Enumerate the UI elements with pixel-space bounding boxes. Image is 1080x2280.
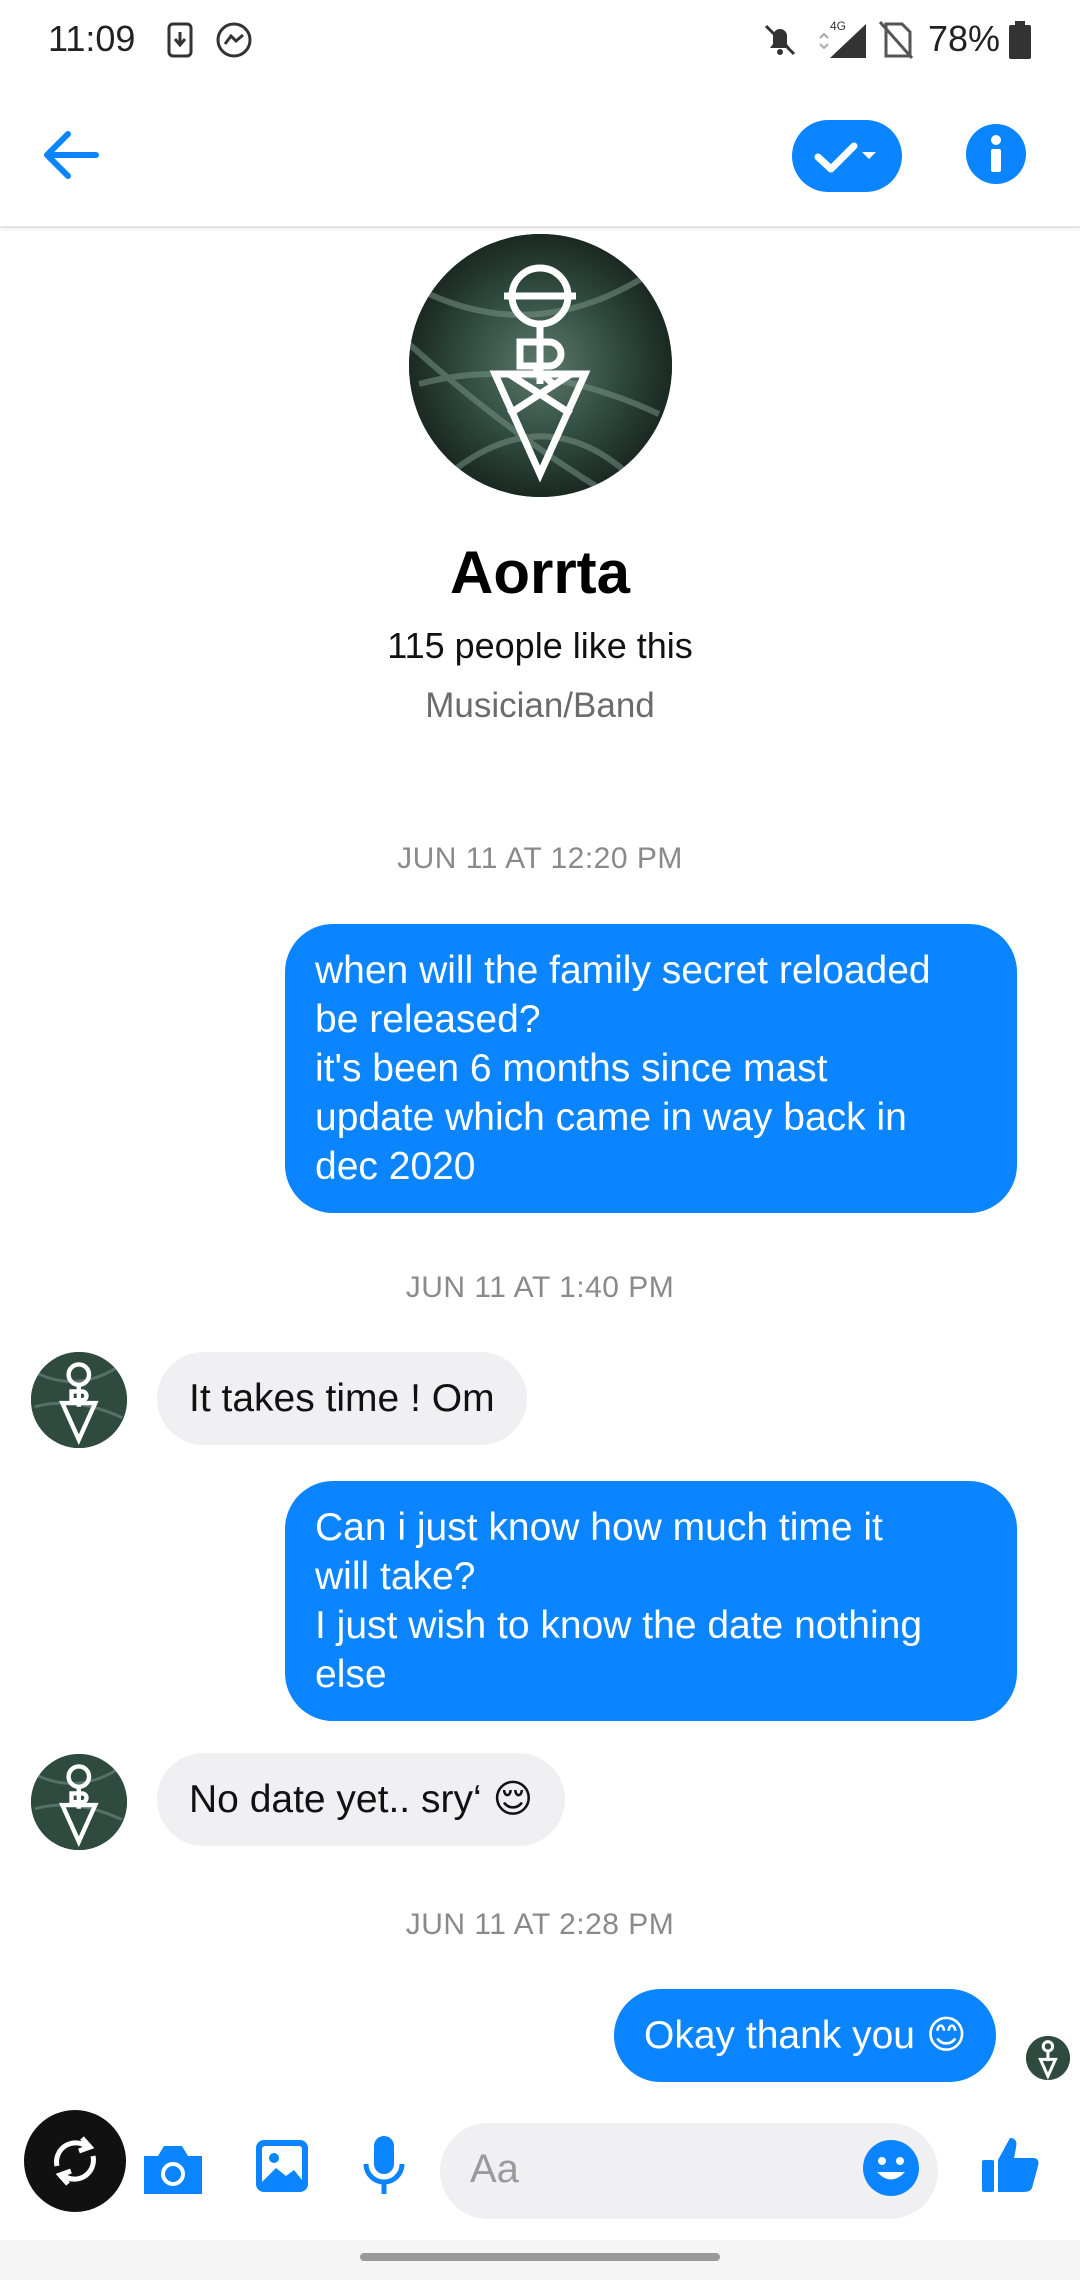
thumbs-up-icon bbox=[982, 2138, 1039, 2192]
composer-bar: Aa bbox=[0, 2100, 1080, 2240]
camera-icon bbox=[144, 2146, 202, 2194]
outgoing-message[interactable]: when will the family secret reloaded be … bbox=[285, 924, 1017, 1213]
arrow-left-icon bbox=[44, 131, 99, 179]
camera-button[interactable] bbox=[140, 2142, 206, 2203]
incoming-message[interactable]: It takes time ! Om bbox=[157, 1352, 527, 1445]
microphone-button[interactable] bbox=[360, 2132, 408, 2205]
message-line: it's been 6 months since mast bbox=[315, 1047, 828, 1090]
home-indicator[interactable] bbox=[360, 2253, 720, 2261]
band-logo-image bbox=[1026, 2036, 1070, 2080]
signal-4g-icon: 4G bbox=[816, 19, 870, 65]
timestamp: JUN 11 AT 12:20 PM bbox=[397, 842, 683, 875]
battery-icon bbox=[1008, 20, 1032, 65]
info-button[interactable] bbox=[966, 124, 1026, 184]
battery-percent: 78% bbox=[927, 18, 1000, 59]
outgoing-message[interactable]: Can i just know how much time it will ta… bbox=[285, 1481, 1017, 1721]
status-bar: 11:09 4G 78% bbox=[0, 0, 1080, 80]
notifications-muted-icon bbox=[760, 20, 800, 65]
profile-likes: 115 people like this bbox=[387, 625, 693, 666]
band-logo-image bbox=[409, 234, 672, 497]
sender-avatar[interactable] bbox=[31, 1754, 127, 1850]
message-line: dec 2020 bbox=[315, 1145, 476, 1188]
message-line: be released? bbox=[315, 998, 541, 1041]
sender-avatar[interactable] bbox=[31, 1352, 127, 1448]
like-button[interactable] bbox=[978, 2132, 1044, 2203]
conversation-header bbox=[0, 80, 1080, 228]
emoji-icon bbox=[863, 2140, 919, 2196]
profile-avatar[interactable] bbox=[409, 234, 672, 497]
info-icon bbox=[991, 135, 1001, 172]
gallery-button[interactable] bbox=[252, 2136, 312, 2201]
back-button[interactable] bbox=[36, 120, 106, 190]
profile-name: Aorrta bbox=[449, 539, 631, 606]
band-logo-image bbox=[31, 1352, 127, 1448]
download-icon bbox=[166, 20, 194, 65]
message-input[interactable]: Aa bbox=[440, 2123, 938, 2219]
incoming-message[interactable]: No date yet.. sry‘ 😌 bbox=[157, 1753, 566, 1846]
microphone-icon bbox=[363, 2136, 405, 2194]
message-line: I just wish to know the date nothing bbox=[315, 1604, 923, 1647]
message-text: No date yet.. sry‘ 😌 bbox=[189, 1778, 534, 1821]
timestamp: JUN 11 AT 2:28 PM bbox=[405, 1908, 675, 1941]
outgoing-message[interactable]: Okay thank you 😊 bbox=[614, 1989, 997, 2082]
mark-status-button[interactable] bbox=[792, 120, 902, 192]
status-time: 11:09 bbox=[48, 18, 136, 59]
message-line: Can i just know how much time it bbox=[315, 1506, 883, 1549]
input-placeholder: Aa bbox=[470, 2147, 519, 2191]
seen-indicator-avatar bbox=[1026, 2036, 1070, 2080]
no-sim-icon bbox=[878, 20, 914, 65]
message-line: when will the family secret reloaded bbox=[315, 949, 931, 992]
switch-button[interactable] bbox=[24, 2110, 126, 2212]
band-logo-image bbox=[31, 1754, 127, 1850]
check-dropdown-icon bbox=[814, 142, 876, 173]
timestamp: JUN 11 AT 1:40 PM bbox=[405, 1271, 675, 1304]
switch-icon bbox=[54, 2136, 96, 2186]
message-line: update which came in way back in bbox=[315, 1096, 907, 1139]
message-text: It takes time ! Om bbox=[189, 1377, 495, 1420]
messenger-notification-icon bbox=[214, 20, 254, 65]
network-label: 4G bbox=[830, 20, 846, 33]
message-line: else bbox=[315, 1653, 387, 1696]
emoji-button[interactable] bbox=[860, 2137, 922, 2204]
message-text: Okay thank you 😊 bbox=[644, 2014, 967, 2057]
message-line: will take? bbox=[315, 1555, 476, 1598]
gallery-icon bbox=[256, 2140, 308, 2192]
profile-category: Musician/Band bbox=[425, 686, 655, 725]
